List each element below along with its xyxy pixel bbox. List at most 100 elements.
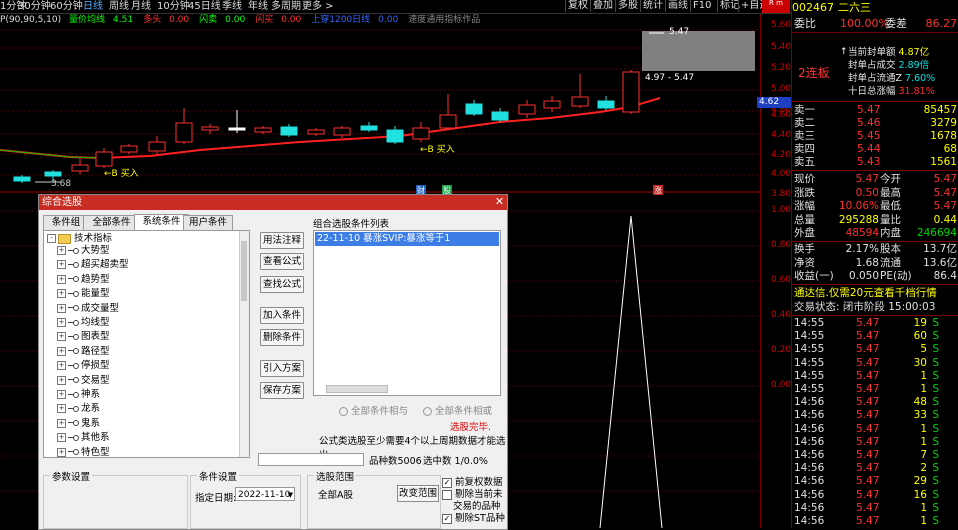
tree-item[interactable]: + 图表型 [57, 331, 110, 343]
dialog-button-6[interactable]: 保存方案 [260, 382, 304, 399]
expand-icon[interactable]: + [57, 404, 66, 414]
sell-row[interactable]: 卖五 5.43 1561 [794, 156, 957, 169]
period-tab-4[interactable]: 周线 [109, 0, 129, 13]
expand-icon[interactable]: + [57, 318, 66, 327]
indicator-value: 0.00 [169, 15, 190, 25]
sell-row[interactable]: 卖一 5.47 85457 [794, 104, 957, 117]
tree-item[interactable]: + 均线型 [57, 317, 110, 329]
seal-label: 十日总涨幅 [848, 86, 896, 97]
tree-root[interactable]: - 技术指标 [47, 233, 112, 245]
stats-row: 收益(一) 0.050 PE(动) 86.4 [794, 270, 957, 283]
tree-item-label: 趋势型 [81, 273, 110, 285]
condition-list[interactable]: 22-11-10 暴涨SVIP:暴涨等于1 [313, 230, 501, 396]
expand-icon[interactable]: + [57, 303, 66, 313]
tree-item[interactable]: + 趋势型 [57, 274, 110, 286]
formula-icon [68, 434, 79, 441]
date-picker[interactable]: 2022-11-10 ▼ [235, 487, 295, 501]
sell-row[interactable]: 卖三 5.45 1678 [794, 130, 957, 143]
divider [792, 241, 958, 242]
toolbar-button-5[interactable]: F10 [690, 0, 713, 12]
tree-scrollbar[interactable] [239, 231, 249, 457]
tree-item[interactable]: + 龙系 [57, 403, 100, 415]
tree-item[interactable]: + 其他系 [57, 432, 110, 444]
check-icon[interactable]: ✓ [442, 477, 452, 488]
collapse-icon[interactable]: - [47, 234, 56, 243]
period-tab-9[interactable]: 年线 [248, 0, 268, 13]
indicator-item-4: 上穿1200日线 0.00 [311, 15, 403, 25]
checkbox-exclude-st[interactable]: ✓ 剔除ST品种 [442, 513, 505, 525]
checkbox-exclude-untraded[interactable]: 剔除当前未 [442, 489, 505, 501]
weibi-label: 委比 [794, 17, 816, 30]
expand-icon[interactable]: + [57, 274, 66, 284]
condition-item[interactable]: 22-11-10 暴涨SVIP:暴涨等于1 [315, 232, 499, 246]
formula-icon [68, 348, 79, 355]
tree-item[interactable]: + 超买超卖型 [57, 259, 129, 271]
period-tab-10[interactable]: 多周期 [271, 0, 301, 13]
stock-code: 002467 [792, 1, 834, 14]
promo-link[interactable]: 通达信.仅需20元查看千档行情 [794, 287, 937, 300]
lianban-badge: 2连板 [798, 66, 830, 80]
toolbar-button-2[interactable]: 多股 [615, 0, 640, 12]
stock-header: 002467 二六三 [792, 0, 958, 15]
scroll-thumb[interactable] [241, 241, 247, 301]
dialog-titlebar[interactable]: 综合选股 ✕ [39, 195, 507, 210]
expand-icon[interactable]: + [57, 260, 66, 270]
dialog-button-5[interactable]: 引入方案 [260, 360, 304, 377]
expand-icon[interactable]: + [57, 332, 66, 342]
tab-3[interactable]: 用户条件 [183, 215, 233, 230]
period-tab-6[interactable]: 10分钟 [157, 0, 190, 13]
quote-label: 外盘 [794, 227, 815, 239]
sell-price: 5.45 [857, 130, 881, 142]
formula-tree[interactable]: - 技术指标 + 大势型 + 超买超卖型 + 趋势型 + 能量型 + 成交量型 + 均线型 + 图表型 + 路径… [43, 230, 250, 458]
tree-item[interactable]: + 神系 [57, 389, 100, 401]
change-range-button[interactable]: 改变范围 [397, 485, 439, 502]
checkbox-icon[interactable] [442, 489, 452, 500]
radio-all-or[interactable]: 全部条件相或 [423, 403, 492, 417]
dialog-button-2[interactable]: 查找公式 [260, 276, 304, 293]
expand-icon[interactable]: + [57, 289, 66, 299]
tree-item[interactable]: + 停损型 [57, 360, 110, 372]
sell-row[interactable]: 卖四 5.44 68 [794, 143, 957, 156]
dialog-button-4[interactable]: 删除条件 [260, 329, 304, 346]
expand-icon[interactable]: + [57, 346, 66, 356]
expand-icon[interactable]: + [57, 447, 66, 457]
expand-icon[interactable]: + [57, 418, 66, 428]
tree-item[interactable]: + 交易型 [57, 375, 110, 387]
tree-item[interactable]: + 能量型 [57, 288, 110, 300]
period-tab-5[interactable]: 月线 [131, 0, 151, 13]
expand-icon[interactable]: + [57, 390, 66, 399]
toolbar-button-3[interactable]: 统计 [640, 0, 665, 12]
dialog-button-3[interactable]: 加入条件 [260, 307, 304, 324]
period-tab-11[interactable]: 更多 > [302, 0, 334, 13]
dialog-button-1[interactable]: 查看公式 [260, 253, 304, 270]
tree-item[interactable]: + 路径型 [57, 346, 110, 358]
close-icon[interactable]: ✕ [494, 196, 505, 208]
check-icon[interactable]: ✓ [442, 513, 452, 524]
dialog-button-0[interactable]: 用法注释 [260, 232, 304, 249]
toolbar-button-4[interactable]: 画线 [665, 0, 690, 12]
checkbox-fuquan[interactable]: ✓ 前复权数据 [442, 477, 505, 489]
period-tab-8[interactable]: 季线 [222, 0, 242, 13]
quote-value: 48594 [845, 227, 879, 239]
expand-icon[interactable]: + [57, 375, 66, 385]
toolbar-button-0[interactable]: 复权 [565, 0, 590, 12]
toolbar-button-1[interactable]: 叠加 [590, 0, 615, 12]
tab-1[interactable]: 全部条件 [83, 215, 140, 230]
expand-icon[interactable]: + [57, 246, 66, 255]
expand-icon[interactable]: + [57, 433, 66, 443]
chevron-down-icon[interactable]: ▼ [288, 488, 293, 502]
tree-item[interactable]: + 大势型 [57, 245, 110, 257]
expand-icon[interactable]: + [57, 361, 66, 371]
tab-2[interactable]: 系统条件 [134, 214, 189, 230]
period-tab-2[interactable]: 60分钟 [50, 0, 83, 13]
progress-bar [258, 453, 364, 466]
radio-all-and[interactable]: 全部条件相与 [339, 403, 408, 417]
sell-row[interactable]: 卖二 5.46 3279 [794, 117, 957, 130]
period-tab-1[interactable]: 30分钟 [18, 0, 51, 13]
tree-item[interactable]: + 鬼系 [57, 418, 100, 430]
condition-list-hscroll[interactable] [326, 385, 388, 393]
tree-item[interactable]: + 成交量型 [57, 303, 119, 315]
period-tab-7[interactable]: 45日线 [188, 0, 221, 13]
period-tab-3[interactable]: 日线 [83, 0, 103, 13]
tree-item[interactable]: + 特色型 [57, 447, 110, 457]
